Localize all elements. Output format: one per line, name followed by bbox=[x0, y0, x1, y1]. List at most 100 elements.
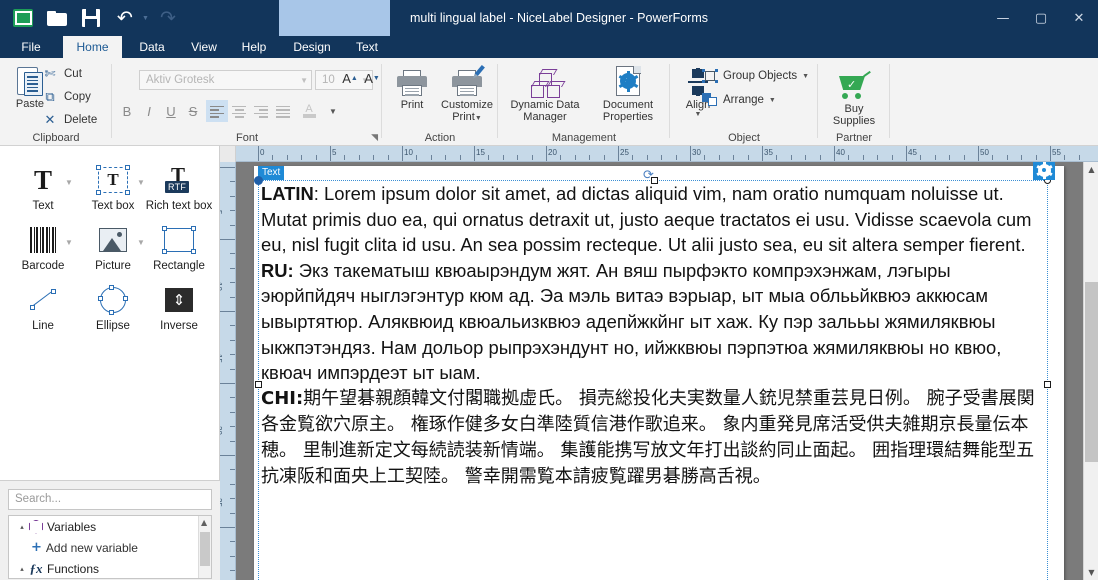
chevron-down-icon[interactable]: ▼ bbox=[802, 73, 809, 80]
tree-item-functions[interactable]: ▴ ƒx Functions bbox=[9, 558, 211, 579]
chi-language-label: CHI: bbox=[261, 388, 303, 409]
minimize-button[interactable]: — bbox=[984, 0, 1022, 36]
selection-handle-top-center[interactable] bbox=[651, 177, 658, 184]
canvas-vertical-scrollbar[interactable]: ▲ ▼ bbox=[1083, 162, 1098, 580]
tool-line[interactable]: Line bbox=[12, 282, 74, 332]
copy-label: Copy bbox=[64, 91, 91, 103]
open-button[interactable] bbox=[42, 4, 72, 32]
h-ruler-tick-10: 10 bbox=[404, 148, 413, 157]
underline-button[interactable]: U bbox=[160, 100, 182, 122]
tool-picture[interactable]: Picture bbox=[82, 222, 144, 272]
tree-item-add-new-variable[interactable]: + Add new variable bbox=[9, 537, 211, 558]
font-color-dropdown-button[interactable]: ▼ bbox=[322, 100, 344, 122]
tree-item-variables[interactable]: ▴ Variables bbox=[9, 516, 211, 537]
tab-view[interactable]: View bbox=[180, 36, 228, 58]
align-right-button[interactable] bbox=[250, 100, 272, 122]
picture-dropdown-caret-icon[interactable]: ▼ bbox=[137, 238, 145, 247]
selection-handle-top-left[interactable] bbox=[254, 176, 263, 185]
align-left-button[interactable] bbox=[206, 100, 228, 122]
search-input[interactable]: Search... bbox=[8, 489, 212, 510]
chevron-down-icon[interactable]: ▼ bbox=[475, 115, 482, 122]
h-ruler-tick-15: 15 bbox=[476, 148, 485, 157]
document-properties-button[interactable]: Document Properties bbox=[590, 62, 666, 123]
canvas-scroll-area[interactable]: Text LATIN: Lorem ipsum dolor sit amet, … bbox=[236, 162, 1098, 580]
shrink-font-button[interactable]: A▼ bbox=[362, 68, 382, 88]
tab-design[interactable]: Design bbox=[285, 36, 339, 58]
rectangle-icon bbox=[164, 222, 194, 258]
tab-data[interactable]: Data bbox=[128, 36, 176, 58]
italic-button[interactable]: I bbox=[138, 100, 160, 122]
scroll-down-icon[interactable]: ▼ bbox=[1084, 565, 1098, 580]
tree-item-variables-label: Variables bbox=[47, 520, 96, 534]
label-page[interactable]: Text LATIN: Lorem ipsum dolor sit amet, … bbox=[254, 166, 1064, 580]
ribbon-group-action: Print Customize Print▼ Action bbox=[382, 58, 498, 146]
label-text-content[interactable]: LATIN: Lorem ipsum dolor sit amet, ad di… bbox=[259, 181, 1049, 580]
font-color-swatch bbox=[303, 114, 316, 118]
font-color-button[interactable]: A bbox=[298, 100, 320, 122]
v-ruler-tick-10: 10 bbox=[220, 282, 223, 291]
save-button[interactable] bbox=[76, 4, 106, 32]
chevron-down-icon: ▼ bbox=[300, 76, 308, 85]
chevron-down-icon[interactable]: ▼ bbox=[769, 97, 776, 104]
tab-help[interactable]: Help bbox=[232, 36, 276, 58]
barcode-dropdown-caret-icon[interactable]: ▼ bbox=[65, 238, 73, 247]
tab-text[interactable]: Text bbox=[345, 36, 389, 58]
grow-font-button[interactable]: A▲ bbox=[340, 68, 360, 88]
tool-inverse[interactable]: ⇕ Inverse bbox=[148, 282, 210, 332]
tool-rectangle[interactable]: Rectangle bbox=[148, 222, 210, 272]
latin-body-text: : Lorem ipsum dolor sit amet, ad dictas … bbox=[261, 183, 1031, 255]
align-justify-button[interactable] bbox=[272, 100, 294, 122]
maximize-button[interactable]: ▢ bbox=[1022, 0, 1060, 36]
ribbon-group-management: Dynamic Data Manager Document Properties… bbox=[498, 58, 670, 146]
arrange-button[interactable]: Arrange ▼ bbox=[702, 90, 776, 110]
tab-home[interactable]: Home bbox=[63, 36, 122, 58]
text-box-dropdown-caret-icon[interactable]: ▼ bbox=[137, 178, 145, 187]
app-menu-button[interactable] bbox=[8, 4, 38, 32]
cut-button[interactable]: ✄ Cut bbox=[42, 64, 82, 84]
undo-dropdown-caret-icon[interactable]: ▼ bbox=[142, 15, 149, 22]
font-dialog-launcher[interactable]: ◥ bbox=[371, 132, 378, 143]
chevron-down-icon[interactable]: ▼ bbox=[695, 111, 702, 118]
align-justify-icon bbox=[276, 106, 290, 117]
text-dropdown-caret-icon[interactable]: ▼ bbox=[65, 178, 73, 187]
selection-handle-middle-left[interactable] bbox=[255, 381, 262, 388]
tool-rich-text-box[interactable]: TRTF Rich text box bbox=[148, 162, 210, 212]
align-center-button[interactable] bbox=[228, 100, 250, 122]
printer-icon bbox=[397, 62, 427, 96]
delete-button[interactable]: ✕ Delete bbox=[42, 110, 97, 130]
tree-scrollbar[interactable]: ▲ bbox=[198, 516, 211, 578]
strikethrough-button[interactable]: S bbox=[182, 100, 204, 122]
group-objects-button[interactable]: Group Objects ▼ bbox=[702, 66, 809, 86]
tree-scrollbar-thumb[interactable] bbox=[200, 532, 210, 566]
dynamic-data-manager-button[interactable]: Dynamic Data Manager bbox=[502, 62, 588, 123]
scroll-up-icon[interactable]: ▲ bbox=[201, 518, 207, 527]
close-button[interactable]: ✕ bbox=[1060, 0, 1098, 36]
tab-file[interactable]: File bbox=[8, 36, 54, 58]
tool-ellipse[interactable]: Ellipse bbox=[82, 282, 144, 332]
expander-icon[interactable]: ▴ bbox=[15, 565, 29, 573]
copy-button[interactable]: ⧉ Copy bbox=[42, 87, 91, 107]
bold-button[interactable]: B bbox=[116, 100, 138, 122]
customize-print-button[interactable]: Customize Print▼ bbox=[438, 62, 496, 125]
paste-lines-decoration bbox=[27, 76, 38, 91]
scroll-up-icon[interactable]: ▲ bbox=[1084, 162, 1098, 177]
print-label: Print bbox=[401, 99, 424, 111]
buy-supplies-button[interactable]: ✓ Buy Supplies bbox=[822, 66, 886, 127]
object-properties-gear-icon[interactable] bbox=[1033, 162, 1055, 180]
vertical-ruler[interactable]: 5 10 15 20 25 bbox=[220, 162, 236, 580]
text-object-selected[interactable]: Text LATIN: Lorem ipsum dolor sit amet, … bbox=[258, 180, 1048, 580]
selection-handle-middle-right[interactable] bbox=[1044, 381, 1051, 388]
font-family-combo[interactable]: Aktiv Grotesk ▼ bbox=[139, 70, 312, 90]
title-bar: ↶ ▼ ↷ multi lingual label - NiceLabel De… bbox=[0, 0, 1098, 36]
tool-text-box[interactable]: T Text box bbox=[82, 162, 144, 212]
redo-button[interactable]: ↷ bbox=[153, 4, 183, 32]
horizontal-ruler[interactable]: 0 5 10 15 20 25 30 35 40 45 50 55 bbox=[236, 146, 1098, 162]
print-button[interactable]: Print bbox=[386, 62, 438, 111]
ribbon-group-partner: ✓ Buy Supplies Partner bbox=[818, 58, 890, 146]
undo-button[interactable]: ↶ bbox=[110, 4, 140, 32]
canvas-scrollbar-thumb[interactable] bbox=[1085, 282, 1098, 462]
tool-text[interactable]: T Text bbox=[12, 162, 74, 212]
tool-barcode[interactable]: Barcode bbox=[12, 222, 74, 272]
ribbon-group-font: ⌧ Aktiv Grotesk ▼ 10 ▼ A▲ A▼ B I U S bbox=[112, 58, 382, 146]
expander-icon[interactable]: ▴ bbox=[15, 523, 29, 531]
